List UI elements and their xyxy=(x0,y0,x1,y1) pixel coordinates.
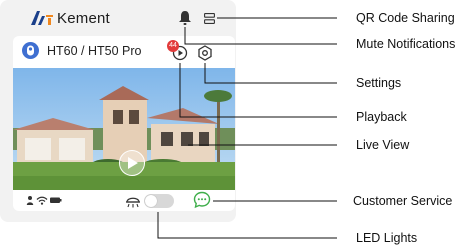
device-name: HT60 / HT50 Pro xyxy=(47,44,142,58)
label-mute-notifications: Mute Notifications xyxy=(356,37,456,51)
led-lights-toggle[interactable] xyxy=(144,194,174,208)
settings-icon[interactable] xyxy=(197,45,213,61)
app-header: Kement xyxy=(0,0,236,34)
qr-sharing-icon[interactable] xyxy=(204,13,215,24)
label-led-lights: LED Lights xyxy=(356,231,418,245)
label-customer-service: Customer Service xyxy=(353,194,453,208)
person-icon xyxy=(26,196,34,205)
play-icon xyxy=(128,157,138,169)
app-screen: Kement HT60 / HT50 Pro 44 xyxy=(0,0,236,222)
brand-name: Kement xyxy=(57,10,110,27)
kement-logo xyxy=(31,11,53,25)
device-row: HT60 / HT50 Pro 44 xyxy=(13,36,235,68)
wifi-icon xyxy=(36,196,48,205)
bell-icon[interactable] xyxy=(178,10,192,26)
label-live-view: Live View xyxy=(356,138,410,152)
device-card[interactable]: HT60 / HT50 Pro 44 xyxy=(13,36,235,211)
camera-device-icon xyxy=(22,42,39,59)
label-settings: Settings xyxy=(356,76,402,90)
status-bar xyxy=(13,190,235,211)
label-qr-code-sharing: QR Code Sharing xyxy=(356,11,455,25)
led-light-icon xyxy=(126,197,140,208)
live-view[interactable] xyxy=(13,68,235,190)
playback-badge: 44 xyxy=(167,40,179,52)
battery-icon xyxy=(50,197,62,203)
chat-bubble-icon[interactable] xyxy=(193,191,211,209)
play-button[interactable] xyxy=(119,150,145,176)
status-icons xyxy=(26,196,62,205)
led-toggle-knob xyxy=(145,195,157,207)
label-playback: Playback xyxy=(356,110,407,124)
